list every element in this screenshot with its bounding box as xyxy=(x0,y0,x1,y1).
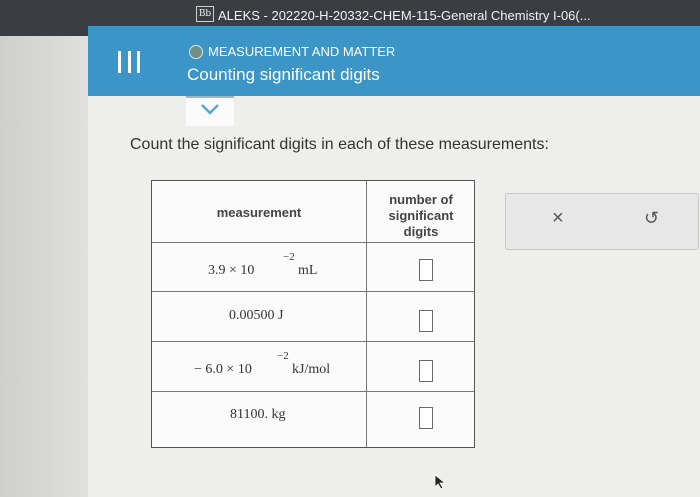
header-significant-digits: number of significant digits xyxy=(388,192,454,239)
answer-input-2[interactable] xyxy=(419,310,433,332)
measurement-3: − 6.0 × 10 −2 kJ/mol xyxy=(194,350,331,377)
measurement-2: 0.00500 J xyxy=(229,308,284,323)
collapse-tab[interactable] xyxy=(186,96,234,126)
header-measurement: measurement xyxy=(216,205,302,220)
blackboard-logo: Bb xyxy=(196,6,214,22)
x-icon[interactable]: × xyxy=(552,207,564,230)
instruction-text: Count the significant digits in each of … xyxy=(130,136,549,153)
aleks-header xyxy=(88,26,700,96)
mouse-cursor-icon xyxy=(434,474,447,490)
menu-icon[interactable] xyxy=(118,51,140,75)
status-dot-icon xyxy=(189,45,203,59)
measurement-4: 81100. kg xyxy=(230,407,286,422)
answer-input-1[interactable] xyxy=(419,259,433,281)
answer-input-3[interactable] xyxy=(419,360,433,382)
measurements-table: measurement number of significant digits… xyxy=(151,180,475,448)
chevron-down-icon xyxy=(201,104,219,115)
action-panel: × ↺ xyxy=(505,193,699,250)
topic-title: MEASUREMENT AND MATTER xyxy=(208,44,396,59)
measurement-1: 3.9 × 10 −2 mL xyxy=(208,251,318,278)
subtopic-title: Counting significant digits xyxy=(187,65,380,84)
left-margin xyxy=(0,36,88,497)
window-title: ALEKS - 202220-H-20332-CHEM-115-General … xyxy=(218,8,591,23)
answer-input-4[interactable] xyxy=(419,407,433,429)
undo-icon[interactable]: ↺ xyxy=(644,208,659,229)
